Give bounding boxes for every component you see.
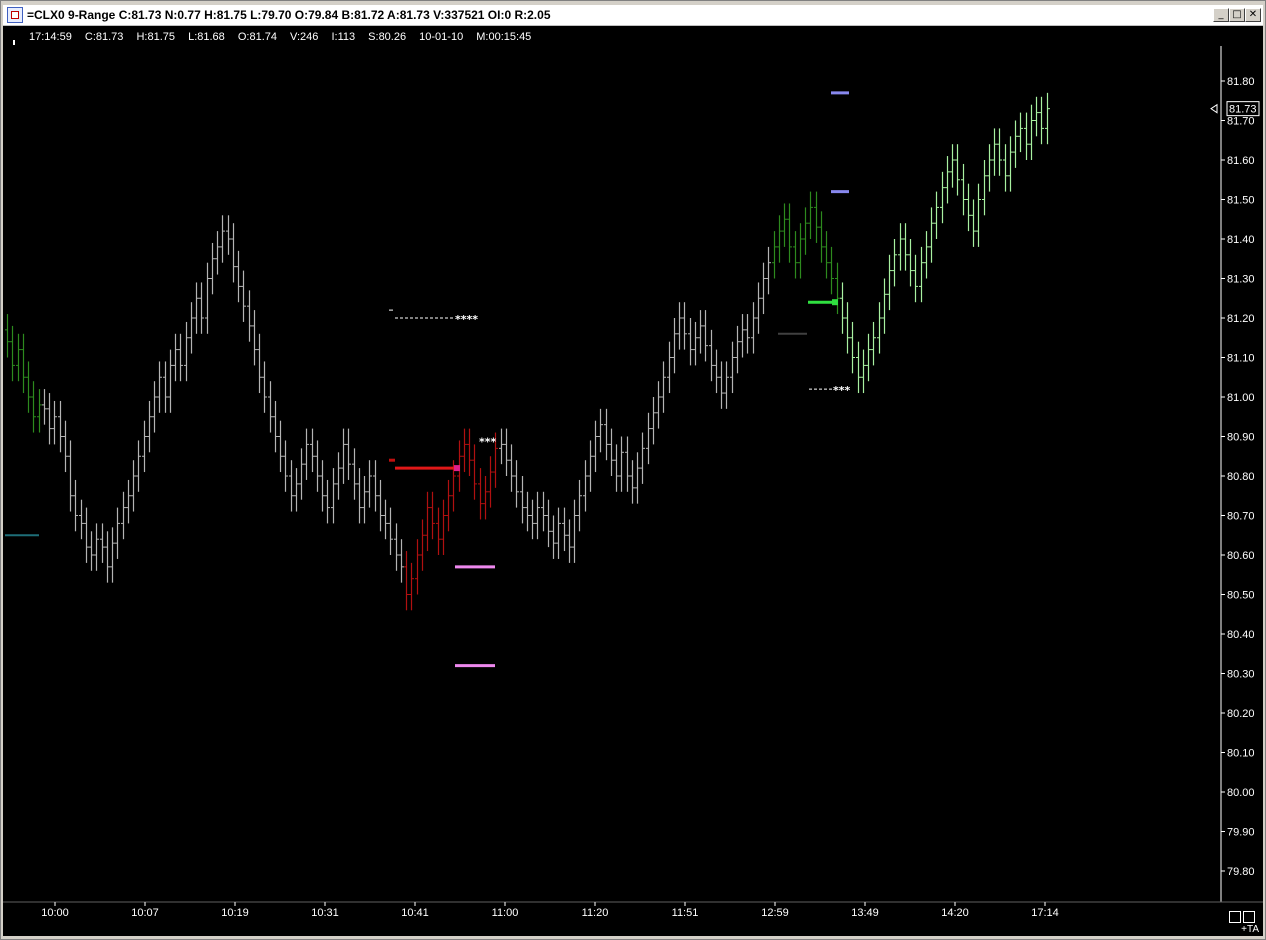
y-axis-tick-label: 81.00	[1227, 392, 1255, 404]
y-axis-tick-label: 80.20	[1227, 708, 1255, 720]
stars-annotation: ****	[455, 313, 478, 326]
x-axis-tick-label: 14:20	[941, 907, 969, 919]
y-axis-tick-label: 80.60	[1227, 550, 1255, 562]
y-axis-tick-label: 81.80	[1227, 76, 1255, 88]
maximize-button[interactable]: □	[1229, 8, 1245, 22]
stars-annotation: ***	[479, 435, 497, 448]
y-axis-tick-label: 79.80	[1227, 866, 1255, 878]
chart-area[interactable]: 81.80 81.70 81.60 81.50 81.40 81.30 81.20 81.10…	[3, 26, 1263, 936]
x-axis-tick-label: 10:07	[131, 907, 159, 919]
y-axis-tick-label: 81.70	[1227, 116, 1255, 128]
window-title: =CLX0 9-Range C:81.73 N:0.77 H:81.75 L:7…	[27, 8, 551, 22]
minimize-button[interactable]: _	[1213, 8, 1229, 22]
entry-dot	[832, 299, 838, 306]
price-chart[interactable]: 81.80 81.70 81.60 81.50 81.40 81.30 81.20 81.10…	[3, 26, 1263, 936]
stars-annotation: ***	[833, 384, 851, 397]
info-low: L:81.68	[188, 31, 225, 43]
y-axis-tick-label: 81.40	[1227, 234, 1255, 246]
x-axis-tick-label: 11:20	[582, 907, 609, 919]
layout-box-icon[interactable]	[1243, 911, 1255, 923]
x-axis-tick-label: 10:00	[41, 907, 69, 919]
title-bar[interactable]: =CLX0 9-Range C:81.73 N:0.77 H:81.75 L:7…	[3, 5, 1263, 26]
info-time: 17:14:59	[29, 31, 72, 43]
entry-dot	[454, 465, 460, 472]
close-button[interactable]: ✕	[1245, 8, 1261, 22]
x-axis-tick-label: 11:51	[672, 907, 699, 919]
y-axis-tick-label: 81.30	[1227, 274, 1255, 286]
y-axis-tick-label: 80.90	[1227, 432, 1255, 444]
info-elapsed: M:00:15:45	[476, 31, 532, 43]
info-marker	[13, 40, 15, 45]
x-axis-tick-label: 10:31	[311, 907, 339, 919]
info-index: I:113	[331, 31, 356, 43]
y-axis-tick-label: 80.00	[1227, 787, 1255, 799]
x-axis-tick-label: 11:00	[492, 907, 519, 919]
chart-window: =CLX0 9-Range C:81.73 N:0.77 H:81.75 L:7…	[0, 0, 1266, 940]
x-axis-tick-label: 13:49	[851, 907, 879, 919]
x-axis-tick-label: 12:59	[761, 907, 789, 919]
app-icon[interactable]	[7, 7, 23, 23]
y-axis-tick-label: 80.10	[1227, 748, 1255, 760]
info-close: C:81.73	[84, 31, 124, 43]
last-price-arrow-icon	[1210, 103, 1218, 114]
y-axis-tick-label: 81.20	[1227, 313, 1255, 325]
info-date: 10-01-10	[419, 31, 464, 43]
layout-box-icon[interactable]	[1229, 911, 1241, 923]
ta-button[interactable]: +TA	[1241, 924, 1259, 935]
y-axis-tick-label: 80.80	[1227, 471, 1255, 483]
info-settle: S:80.26	[368, 31, 407, 43]
x-axis-tick-label: 17:14	[1031, 907, 1059, 919]
y-axis-tick-label: 80.30	[1227, 669, 1255, 681]
y-axis-tick-label: 79.90	[1227, 827, 1255, 839]
info-high: H:81.75	[136, 31, 176, 43]
info-line: 17:14:59 C:81.73 H:81.75 L:81.68 O:81.74…	[29, 31, 541, 43]
y-axis-tick-label: 80.70	[1227, 511, 1255, 523]
last-price-label: 81.73	[1229, 104, 1257, 116]
y-axis-tick-label: 80.50	[1227, 590, 1255, 602]
x-axis-tick-label: 10:41	[401, 907, 429, 919]
info-open: O:81.74	[237, 31, 277, 43]
y-axis-tick-label: 81.50	[1227, 195, 1255, 207]
y-axis-tick-label: 81.10	[1227, 353, 1255, 365]
x-axis-tick-label: 10:19	[221, 907, 249, 919]
y-axis-tick-label: 81.60	[1227, 155, 1255, 167]
info-volume: V:246	[290, 31, 319, 43]
y-axis-tick-label: 80.40	[1227, 629, 1255, 641]
